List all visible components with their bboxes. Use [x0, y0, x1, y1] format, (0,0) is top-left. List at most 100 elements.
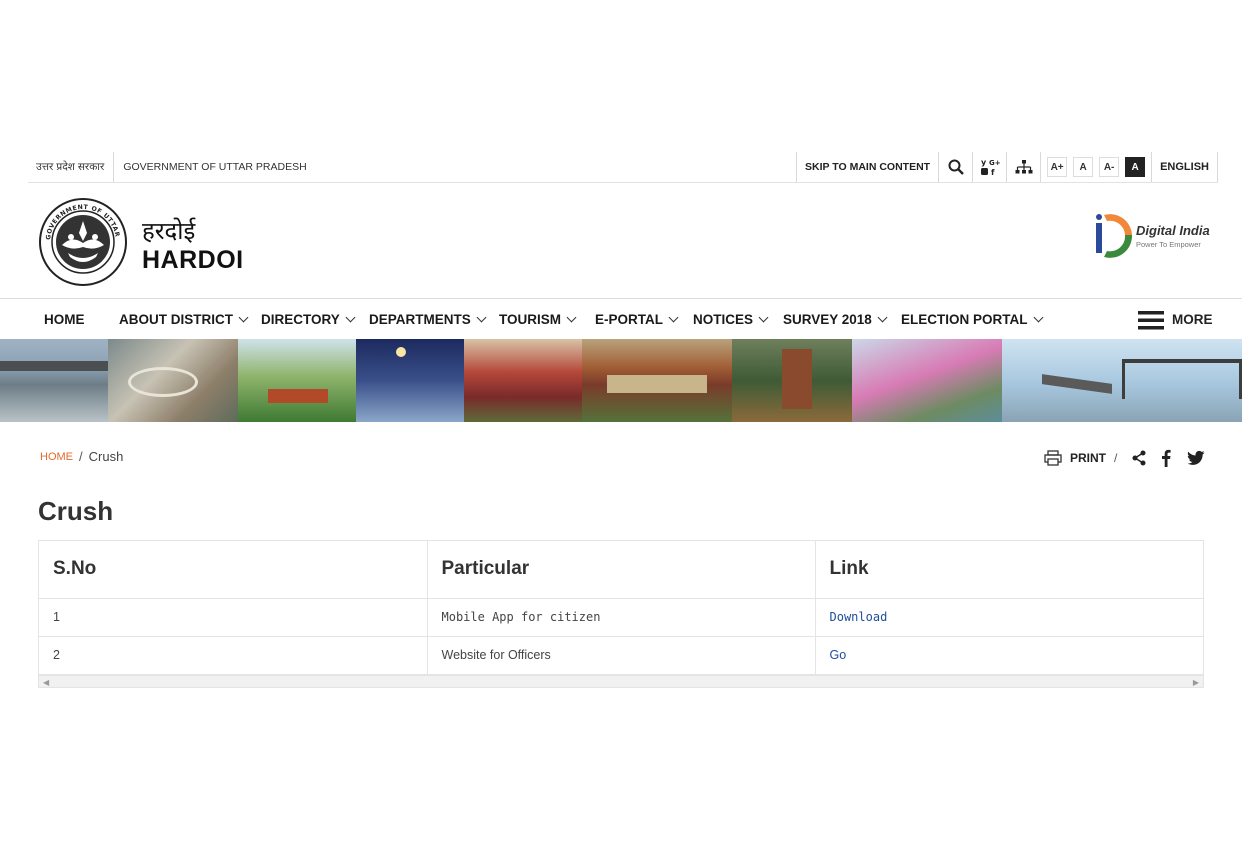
chevron-down-icon — [668, 312, 679, 323]
banner-photo-heritage-building — [582, 339, 732, 422]
chevron-down-icon — [877, 312, 888, 323]
chevron-down-icon — [1033, 312, 1043, 323]
print-share-bar: PRINT / — [1044, 449, 1205, 467]
district-photo-banner — [0, 339, 1242, 422]
digital-india-logo[interactable]: Digital India Power To Empower — [1092, 209, 1217, 261]
links-table-container: S.No Particular Link 1 Mobile App for ci… — [38, 540, 1204, 688]
horizontal-scrollbar[interactable]: ◀ ▶ — [39, 675, 1203, 687]
digital-india-mark-icon — [1096, 214, 1133, 258]
table-row: 2 Website for Officers Go — [39, 636, 1203, 675]
nav-item-departments[interactable]: DEPARTMENTS — [369, 300, 487, 339]
banner-photo-aerial-building — [108, 339, 238, 422]
chevron-down-icon — [476, 312, 487, 323]
font-normal-button[interactable]: A — [1073, 157, 1094, 177]
social-media-icon: y G+ f — [980, 158, 1000, 177]
facebook-icon[interactable] — [1159, 449, 1173, 467]
digital-india-title: Digital India — [1136, 223, 1210, 238]
column-header-particular: Particular — [427, 541, 816, 599]
social-links-button[interactable]: y G+ f — [972, 152, 1006, 182]
nav-item-survey-2018[interactable]: SURVEY 2018 — [783, 300, 888, 339]
skip-to-main-content-link[interactable]: SKIP TO MAIN CONTENT — [796, 152, 938, 182]
banner-photo-palm-garden — [238, 339, 356, 422]
search-button[interactable] — [938, 152, 972, 182]
nav-label: ABOUT DISTRICT — [119, 312, 233, 327]
site-title-english[interactable]: HARDOI — [142, 246, 244, 275]
sitemap-button[interactable] — [1006, 152, 1040, 182]
breadcrumb-separator: / — [79, 449, 83, 464]
cell-particular: Website for Officers — [427, 636, 816, 675]
government-label-group: उत्तर प्रदेश सरकार GOVERNMENT OF UTTAR P… — [28, 152, 316, 182]
column-header-link: Link — [815, 541, 1203, 599]
svg-text:y: y — [981, 158, 987, 167]
svg-text:G+: G+ — [989, 159, 1000, 167]
cell-particular: Mobile App for citizen — [427, 598, 816, 637]
up-government-emblem-logo[interactable]: GOVERNMENT OF UTTAR PRADESH — [38, 197, 128, 287]
nav-item-election-portal[interactable]: ELECTION PORTAL — [901, 300, 1044, 339]
language-selector[interactable]: ENGLISH — [1151, 152, 1218, 182]
chevron-down-icon — [566, 312, 577, 323]
printer-icon[interactable] — [1044, 450, 1062, 466]
nav-label: NOTICES — [693, 312, 754, 327]
share-icon[interactable] — [1131, 450, 1147, 466]
nav-label: DEPARTMENTS — [369, 312, 471, 327]
table-header-row: S.No Particular Link — [39, 541, 1203, 599]
cell-link: Go — [815, 636, 1203, 675]
more-menu-button[interactable]: MORE — [1138, 300, 1213, 339]
banner-photo-river-bridge — [0, 339, 108, 422]
nav-label: ELECTION PORTAL — [901, 312, 1028, 327]
nav-item-about-district[interactable]: ABOUT DISTRICT — [119, 300, 249, 339]
banner-photo-night-lights — [356, 339, 464, 422]
accessibility-tools: SKIP TO MAIN CONTENT y G+ f A+ A A- A EN… — [796, 152, 1218, 182]
nav-label: SURVEY 2018 — [783, 312, 872, 327]
nav-label: TOURISM — [499, 312, 562, 327]
share-separator: / — [1114, 451, 1118, 465]
font-increase-button[interactable]: A+ — [1047, 157, 1068, 177]
font-size-controls: A+ A A- A — [1040, 152, 1151, 182]
gov-english-link[interactable]: GOVERNMENT OF UTTAR PRADESH — [114, 152, 315, 182]
breadcrumb-home-link[interactable]: HOME — [40, 451, 73, 463]
breadcrumb-current: Crush — [88, 449, 124, 464]
svg-text:f: f — [991, 168, 995, 177]
go-link[interactable]: Go — [830, 648, 847, 662]
nav-item-tourism[interactable]: TOURISM — [499, 300, 577, 339]
nav-label: HOME — [44, 312, 85, 327]
nav-label: E-PORTAL — [595, 312, 663, 327]
print-button[interactable]: PRINT — [1070, 451, 1106, 465]
font-decrease-button[interactable]: A- — [1099, 157, 1120, 177]
twitter-icon[interactable] — [1187, 450, 1205, 466]
nav-item-home[interactable]: HOME — [44, 300, 85, 339]
nav-item-e-portal[interactable]: E-PORTAL — [595, 300, 679, 339]
banner-photo-rail-bridge — [1002, 339, 1242, 422]
chevron-down-icon — [238, 312, 249, 323]
table-row: 1 Mobile App for citizen Download — [39, 598, 1203, 637]
high-contrast-button[interactable]: A — [1125, 157, 1146, 177]
top-utility-bar: उत्तर प्रदेश सरकार GOVERNMENT OF UTTAR P… — [28, 152, 1218, 183]
hamburger-menu-icon — [1138, 310, 1164, 329]
cell-sno: 2 — [39, 636, 428, 675]
chevron-down-icon — [345, 312, 356, 323]
search-icon — [948, 159, 964, 175]
site-title-hindi[interactable]: हरदोई — [142, 214, 195, 247]
gov-hindi-link[interactable]: उत्तर प्रदेश सरकार — [28, 152, 115, 182]
download-link[interactable]: Download — [830, 610, 888, 624]
page-title: Crush — [38, 496, 114, 526]
nav-item-directory[interactable]: DIRECTORY — [261, 300, 356, 339]
digital-india-tagline: Power To Empower — [1136, 240, 1201, 249]
nav-item-notices[interactable]: NOTICES — [693, 300, 769, 339]
cell-link: Download — [815, 598, 1203, 637]
banner-photo-riverfront-steps — [852, 339, 1002, 422]
banner-photo-folk-dancers — [464, 339, 582, 422]
nav-label: DIRECTORY — [261, 312, 340, 327]
main-navigation: HOME ABOUT DISTRICT DIRECTORY DEPARTMENT… — [0, 300, 1242, 339]
scroll-left-arrow-icon[interactable]: ◀ — [43, 678, 49, 687]
cell-sno: 1 — [39, 598, 428, 637]
site-header: GOVERNMENT OF UTTAR PRADESH हरदोई HARDOI… — [0, 184, 1242, 299]
column-header-sno: S.No — [39, 541, 428, 599]
banner-photo-temple-gate — [732, 339, 852, 422]
chevron-down-icon — [758, 312, 769, 323]
sitemap-icon — [1015, 160, 1033, 174]
scroll-right-arrow-icon[interactable]: ▶ — [1193, 678, 1199, 687]
links-table: S.No Particular Link 1 Mobile App for ci… — [39, 541, 1203, 675]
more-label: MORE — [1172, 312, 1213, 327]
breadcrumb: HOME / Crush — [40, 449, 123, 464]
